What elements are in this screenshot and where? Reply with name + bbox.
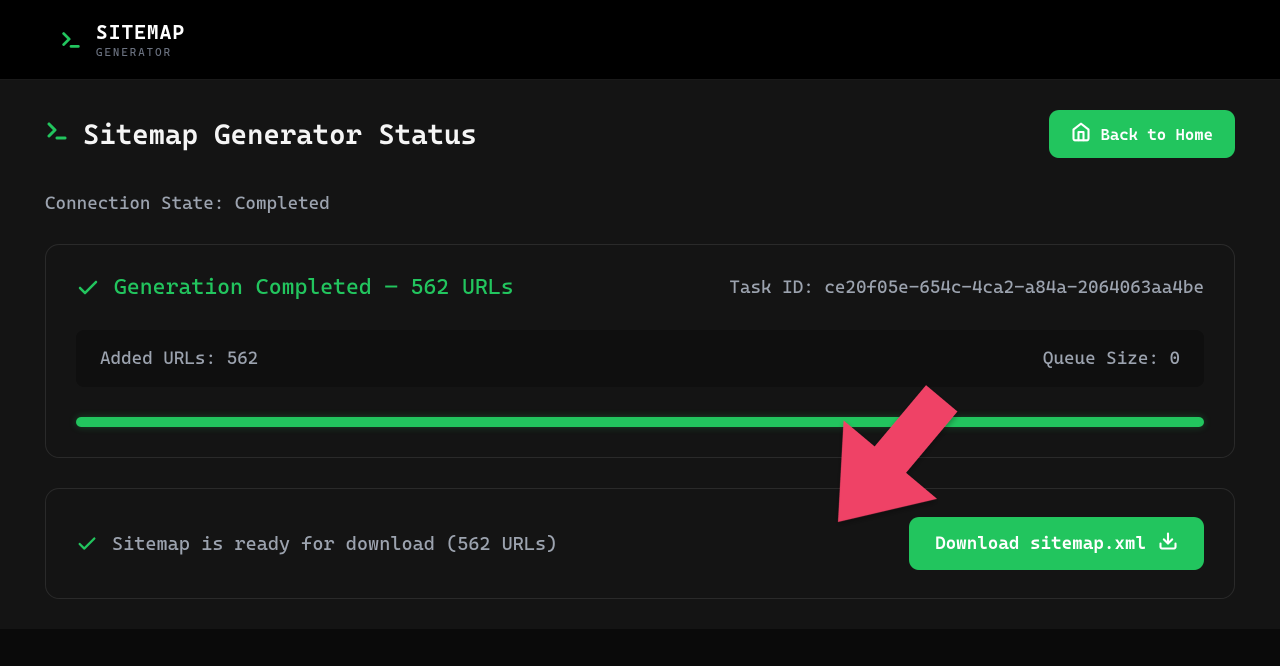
back-to-home-button[interactable]: Back to Home xyxy=(1049,110,1236,158)
home-icon xyxy=(1071,122,1091,146)
download-button-label: Download sitemap.xml xyxy=(935,533,1146,554)
queue-size: Queue Size: 0 xyxy=(1043,348,1180,369)
download-card: Sitemap is ready for download (562 URLs)… xyxy=(45,488,1235,599)
added-urls-value: 562 xyxy=(227,348,259,369)
page-title-text: Sitemap Generator Status xyxy=(83,118,477,151)
terminal-icon xyxy=(60,29,82,51)
connection-value: Completed xyxy=(235,193,330,214)
logo-title: SITEMAP xyxy=(96,20,185,44)
check-icon xyxy=(76,276,100,300)
app-header: SITEMAP GENERATOR xyxy=(0,0,1280,80)
completion-status: Generation Completed — 562 URLs xyxy=(76,275,514,300)
completion-text: Generation Completed — 562 URLs xyxy=(114,275,514,300)
check-icon xyxy=(76,533,98,555)
queue-size-value: 0 xyxy=(1169,348,1180,369)
back-button-label: Back to Home xyxy=(1101,125,1214,144)
download-button[interactable]: Download sitemap.xml xyxy=(909,517,1204,570)
card-header: Generation Completed — 562 URLs Task ID:… xyxy=(76,275,1204,300)
download-icon xyxy=(1158,531,1178,556)
task-id-value: ce20f05e-654c-4ca2-a84a-2064063aa4be xyxy=(824,277,1204,298)
status-card: Generation Completed — 562 URLs Task ID:… xyxy=(45,244,1235,458)
logo-subtitle: GENERATOR xyxy=(96,46,185,59)
task-id-label: Task ID: xyxy=(729,277,813,298)
connection-state: Connection State: Completed xyxy=(45,193,1235,214)
download-status: Sitemap is ready for download (562 URLs) xyxy=(76,533,557,555)
page-title: Sitemap Generator Status xyxy=(45,118,477,151)
logo-text: SITEMAP GENERATOR xyxy=(96,20,185,59)
terminal-icon xyxy=(45,119,69,149)
added-urls-label: Added URLs: xyxy=(100,348,216,369)
task-id: Task ID: ce20f05e-654c-4ca2-a84a-2064063… xyxy=(729,277,1204,298)
title-row: Sitemap Generator Status Back to Home xyxy=(45,110,1235,158)
connection-label: Connection State: xyxy=(45,193,224,214)
download-ready-text: Sitemap is ready for download (562 URLs) xyxy=(112,533,557,555)
queue-size-label: Queue Size: xyxy=(1043,348,1159,369)
stats-bar: Added URLs: 562 Queue Size: 0 xyxy=(76,330,1204,387)
main-content: Sitemap Generator Status Back to Home Co… xyxy=(0,80,1280,629)
added-urls: Added URLs: 562 xyxy=(100,348,258,369)
progress-bar xyxy=(76,417,1204,427)
